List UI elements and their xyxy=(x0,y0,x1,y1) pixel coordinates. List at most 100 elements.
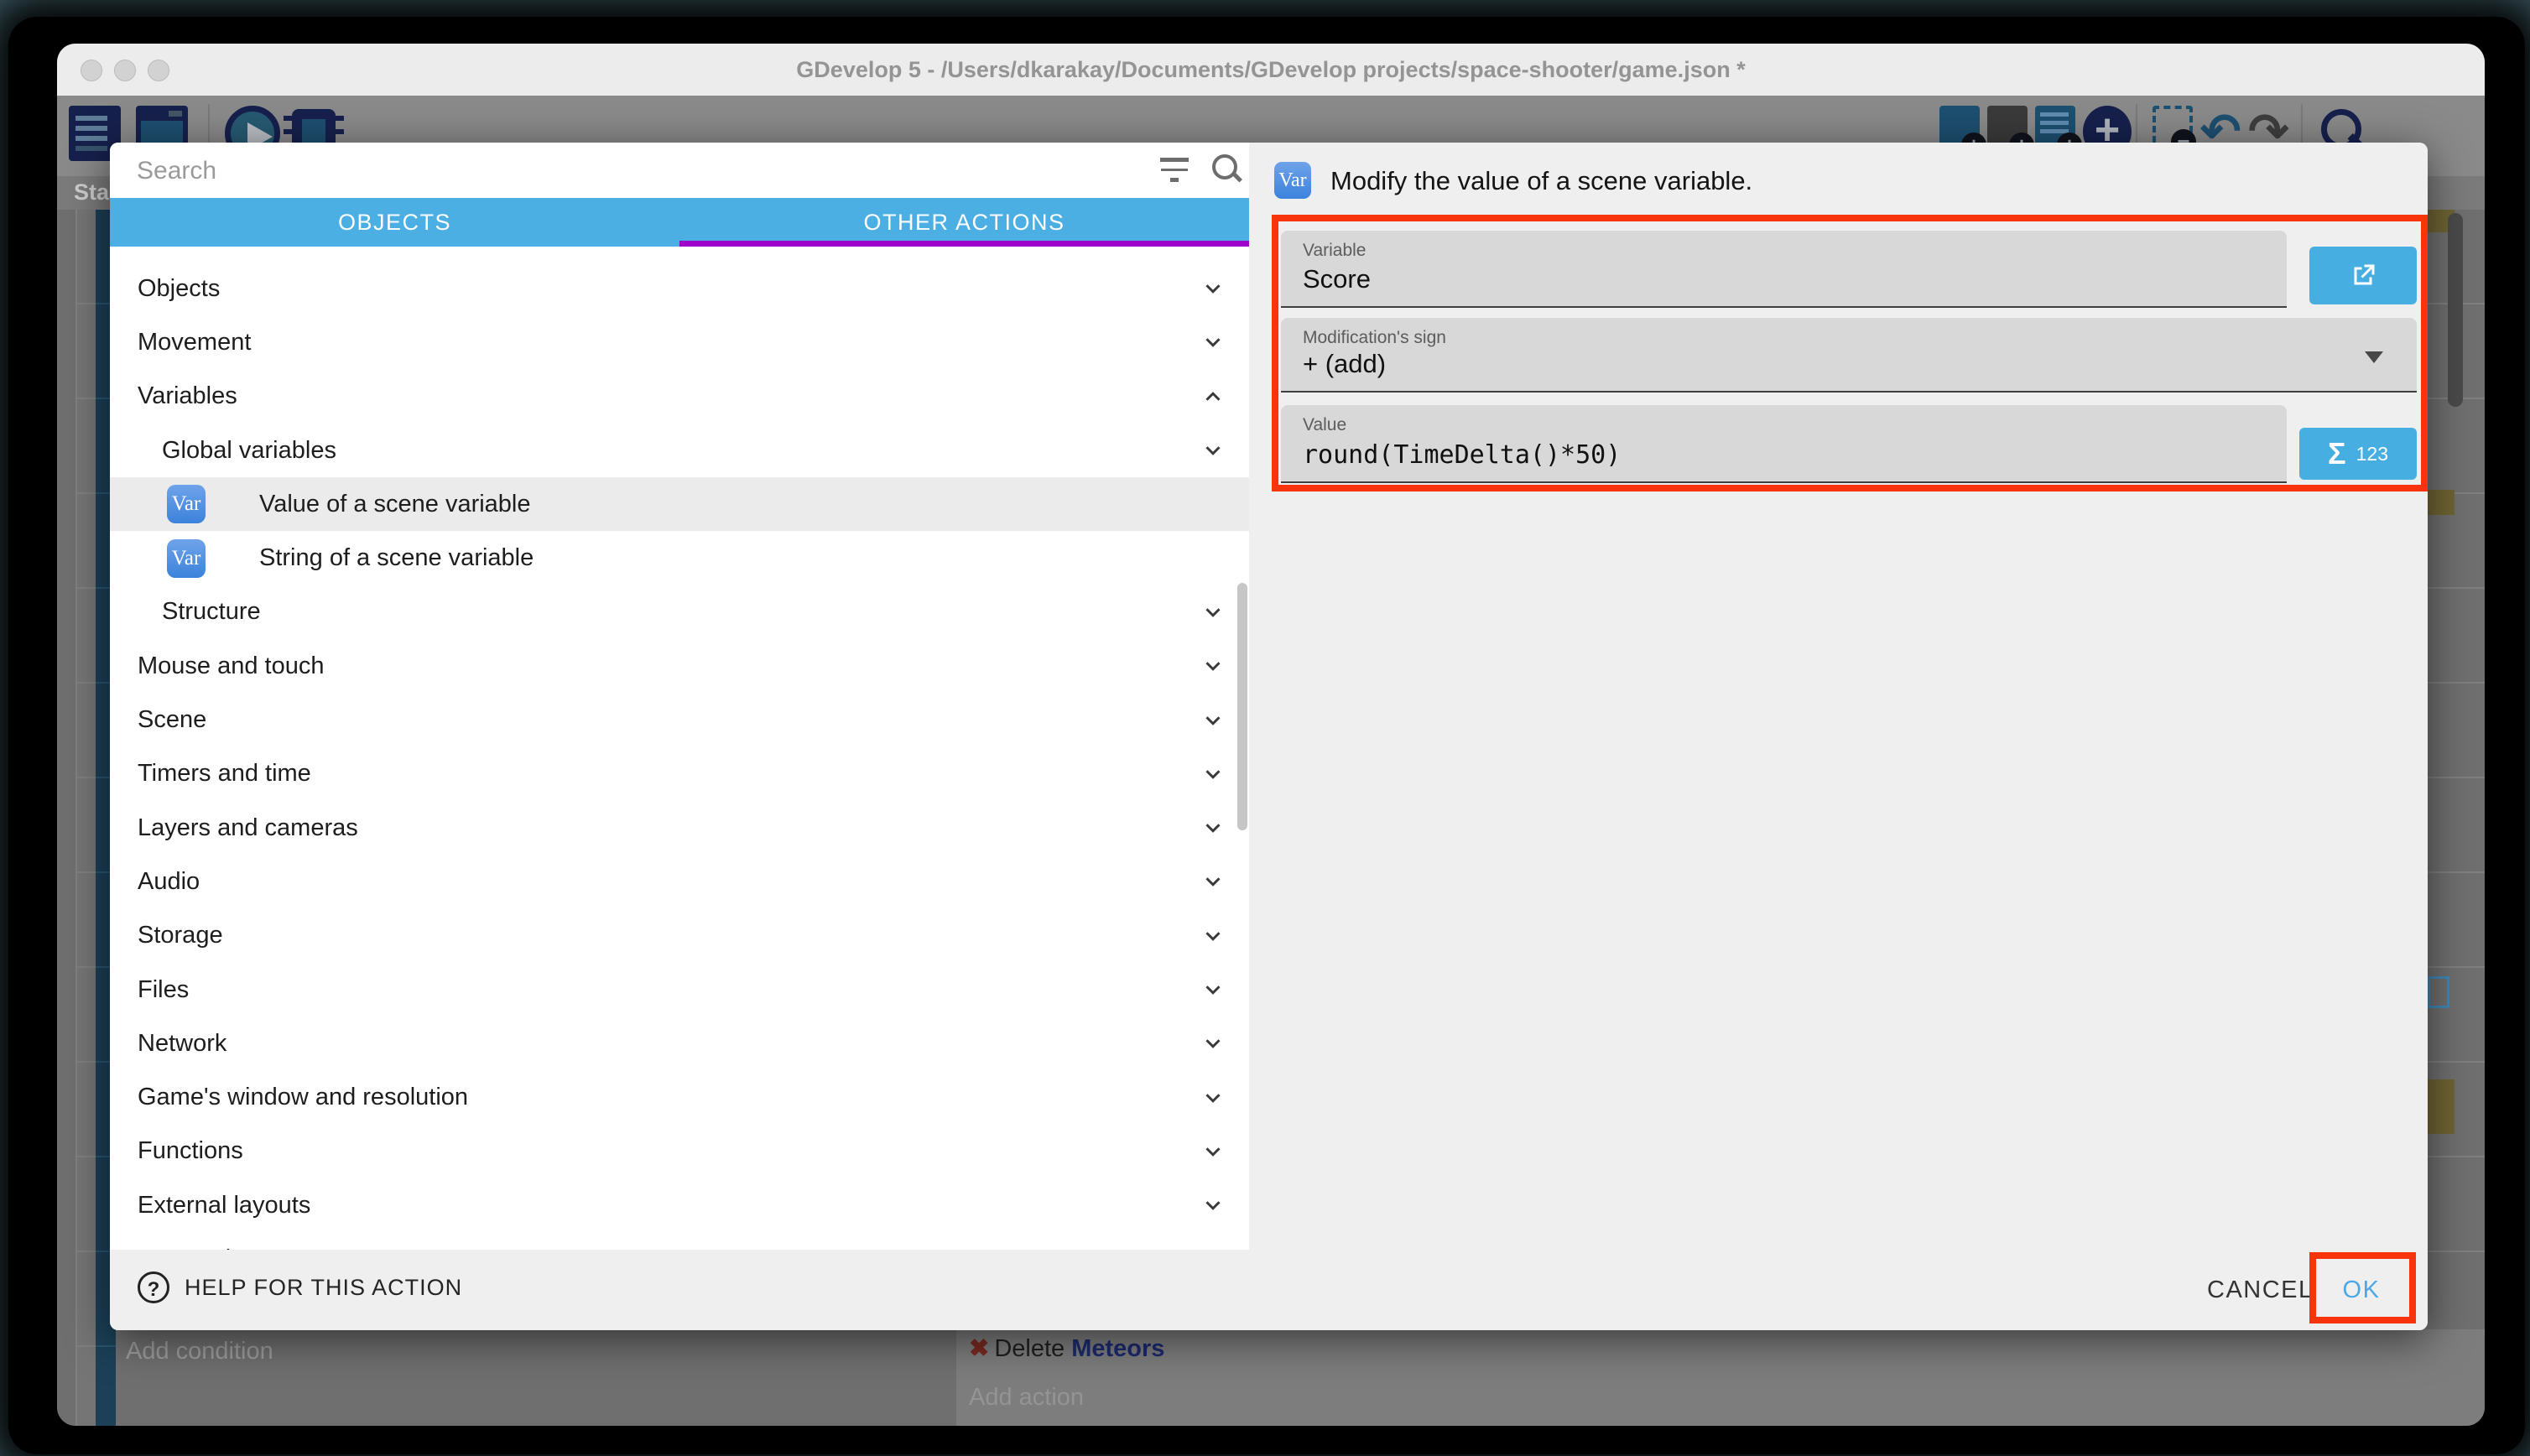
list-item-label: Objects xyxy=(138,275,220,303)
variable-icon: Var xyxy=(1274,162,1311,199)
list-item-layers-and-cameras[interactable]: Layers and cameras xyxy=(110,801,1249,855)
list-item-scene[interactable]: Scene xyxy=(110,693,1249,746)
chevron-down-icon xyxy=(1200,708,1226,733)
selector-tabs: OBJECTS OTHER ACTIONS xyxy=(110,198,1249,247)
search-icon xyxy=(1210,153,1244,186)
list-item-files[interactable]: Files xyxy=(110,963,1249,1017)
selected-event-highlight xyxy=(2428,1079,2455,1134)
chevron-down-icon xyxy=(1200,1031,1226,1056)
list-item-label: Layers and cameras xyxy=(138,814,358,842)
list-item-value-of-a-scene-variable[interactable]: Var Value of a scene variable xyxy=(110,477,1249,531)
chevron-down-icon xyxy=(1200,1193,1226,1218)
chevron-down-icon xyxy=(1200,438,1226,463)
list-item-global-variables[interactable]: Global variables xyxy=(110,424,1249,477)
open-variables-button[interactable] xyxy=(2309,247,2417,304)
variable-field-label: Variable xyxy=(1303,241,1367,261)
action-category-list: Objects Movement Variables Global variables… xyxy=(110,247,1249,1250)
list-item-label: Scene xyxy=(138,706,206,734)
help-label: HELP FOR THIS ACTION xyxy=(185,1275,462,1301)
delete-action-row: ✖Delete Meteors xyxy=(969,1334,1164,1363)
add-action-link: Add action xyxy=(969,1384,1084,1412)
selected-action-outline xyxy=(2428,976,2449,1008)
gdevelop-window: GDevelop 5 - /Users/dkarakay/Documents/G… xyxy=(57,44,2485,1426)
variable-field[interactable]: Variable Score xyxy=(1281,231,2287,308)
chevron-down-icon xyxy=(1200,762,1226,787)
list-item-game-s-window-and-resolution[interactable]: Game's window and resolution xyxy=(110,1070,1249,1124)
ok-button[interactable]: OK xyxy=(2331,1250,2392,1330)
list-item-label: Value of a scene variable xyxy=(259,491,531,518)
help-icon: ? xyxy=(138,1271,169,1303)
list-item-label: Movement xyxy=(138,329,251,356)
list-item-functions[interactable]: Functions xyxy=(110,1125,1249,1178)
scene-tab-start: Sta xyxy=(74,179,109,205)
list-item-inventories[interactable]: Inventories xyxy=(110,1232,1249,1250)
list-item-external-layouts[interactable]: External layouts xyxy=(110,1178,1249,1232)
chevron-down-icon xyxy=(1200,815,1226,840)
delete-action-object: Meteors xyxy=(1071,1335,1164,1362)
filter-icon[interactable] xyxy=(1160,156,1190,185)
list-item-label: Files xyxy=(138,976,189,1004)
list-item-network[interactable]: Network xyxy=(110,1017,1249,1070)
chevron-down-icon xyxy=(2365,351,2383,363)
list-item-label: Global variables xyxy=(162,437,336,465)
list-item-label: External layouts xyxy=(138,1192,310,1219)
dialog-title: Modify the value of a scene variable. xyxy=(1330,166,1752,196)
value-field-value: round(TimeDelta()*50) xyxy=(1303,440,1621,470)
cancel-button[interactable]: CANCEL xyxy=(2207,1250,2308,1330)
chevron-down-icon xyxy=(1200,869,1226,894)
list-item-structure[interactable]: Structure xyxy=(110,585,1249,639)
sign-field-label: Modification's sign xyxy=(1303,328,1446,348)
chevron-down-icon xyxy=(1200,653,1226,679)
list-item-mouse-and-touch[interactable]: Mouse and touch xyxy=(110,639,1249,693)
var-icon: Var xyxy=(167,539,206,578)
instruction-config-panel xyxy=(1249,143,2428,1250)
list-scrollbar[interactable] xyxy=(1237,583,1247,830)
modification-sign-select[interactable]: Modification's sign + (add) xyxy=(1281,318,2417,393)
instruction-selector-panel: OBJECTS OTHER ACTIONS Objects Movement Var… xyxy=(110,143,1249,1250)
list-item-storage[interactable]: Storage xyxy=(110,909,1249,963)
instruction-editor-dialog: OBJECTS OTHER ACTIONS Objects Movement Var… xyxy=(110,143,2428,1330)
list-item-variables[interactable]: Variables xyxy=(110,370,1249,424)
tab-other-actions[interactable]: OTHER ACTIONS xyxy=(679,198,1249,247)
list-item-label: Mouse and touch xyxy=(138,653,324,680)
dialog-footer: ? HELP FOR THIS ACTION CANCEL OK xyxy=(110,1250,2428,1330)
selected-event-highlight xyxy=(2428,490,2455,515)
chevron-down-icon xyxy=(1200,977,1226,1002)
var-icon: Var xyxy=(167,485,206,523)
add-condition-link: Add condition xyxy=(126,1338,273,1365)
list-item-audio[interactable]: Audio xyxy=(110,855,1249,908)
expression-builder-button[interactable]: Σ 123 xyxy=(2299,428,2417,480)
tab-selected-underline xyxy=(679,241,1249,247)
list-item-movement[interactable]: Movement xyxy=(110,315,1249,369)
chevron-up-icon xyxy=(1200,384,1226,409)
value-field-label: Value xyxy=(1303,415,1346,435)
events-scrollbar[interactable] xyxy=(2448,213,2463,407)
events-column-line xyxy=(75,210,77,1426)
list-item-label: Timers and time xyxy=(138,760,311,788)
list-item-label: Audio xyxy=(138,868,200,896)
list-item-label: Functions xyxy=(138,1137,243,1165)
list-item-label: String of a scene variable xyxy=(259,544,534,572)
sign-field-value: + (add) xyxy=(1303,349,1386,379)
list-item-label: Network xyxy=(138,1030,226,1058)
list-item-label: Storage xyxy=(138,922,223,949)
tab-objects[interactable]: OBJECTS xyxy=(110,198,679,247)
chevron-down-icon xyxy=(1200,330,1226,355)
sigma-icon: Σ xyxy=(2328,436,2346,471)
list-item-objects[interactable]: Objects xyxy=(110,262,1249,315)
chevron-down-icon xyxy=(1200,276,1226,301)
delete-x-icon: ✖ xyxy=(969,1335,989,1362)
list-item-label: Game's window and resolution xyxy=(138,1084,468,1111)
search-bar xyxy=(110,143,1249,198)
list-item-string-of-a-scene-variable[interactable]: Var String of a scene variable xyxy=(110,531,1249,585)
expression-123-label: 123 xyxy=(2356,443,2388,465)
list-item-label: Variables xyxy=(138,382,237,410)
chevron-down-icon xyxy=(1200,600,1226,625)
search-input[interactable] xyxy=(135,151,1128,191)
window-title: GDevelop 5 - /Users/dkarakay/Documents/G… xyxy=(57,44,2485,96)
chevron-down-icon xyxy=(1200,1139,1226,1164)
list-item-timers-and-time[interactable]: Timers and time xyxy=(110,747,1249,801)
chevron-down-icon xyxy=(1200,1085,1226,1110)
help-button[interactable]: ? HELP FOR THIS ACTION xyxy=(138,1271,462,1303)
value-field[interactable]: Value round(TimeDelta()*50) xyxy=(1281,405,2287,483)
